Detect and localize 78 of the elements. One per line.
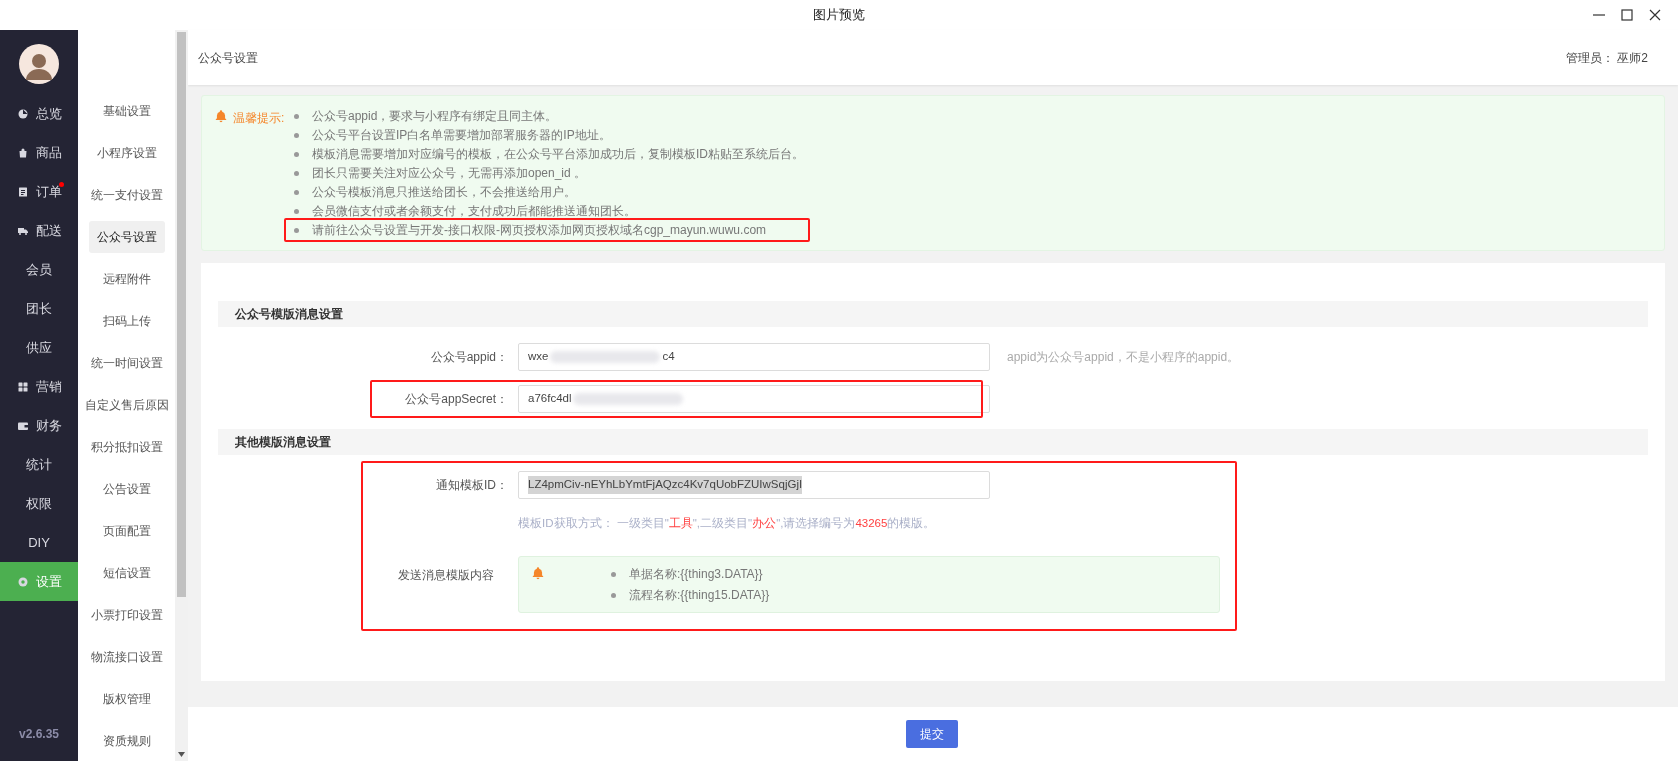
nav-item[interactable]: 会员: [0, 250, 78, 289]
input-text: wxe: [528, 349, 549, 365]
notice-text: 流程名称:{{thing15.DATA}}: [629, 587, 770, 605]
submenu-item[interactable]: 页面配置: [94, 515, 159, 547]
input-field[interactable]: LZ4pmCiv-nEYhLbYmtFjAQzc4Kv7qUobFZUIwSqjGjI: [518, 471, 990, 499]
window-title: 图片预览: [813, 6, 865, 25]
tip-text: 公众号平台设置IP白名单需要增加部署服务器的IP地址。: [312, 127, 611, 143]
submenu-item[interactable]: 基础设置: [94, 95, 159, 127]
bullet: [294, 113, 299, 119]
submenu-item[interactable]: 公告设置: [94, 473, 159, 505]
submenu-item[interactable]: 公众号设置: [88, 221, 165, 253]
tips-label: 温馨提示:: [233, 110, 285, 127]
field-label: 公众号appSecret：: [404, 391, 509, 408]
section-header: 公众号模版消息设置: [218, 301, 1648, 327]
version-label: v2.6.35: [17, 726, 60, 743]
grid-icon: [16, 380, 29, 393]
input-field[interactable]: wxe c4: [518, 343, 990, 371]
bullet: [294, 151, 299, 157]
field-label: 通知模板ID：: [435, 477, 509, 494]
section-header: 其他模版消息设置: [218, 429, 1648, 455]
document-icon: [16, 185, 29, 198]
maximize-icon[interactable]: [1620, 8, 1634, 22]
tip-text: 会员微信支付或者余额支付，支付成功后都能推送通知团长。: [312, 203, 636, 219]
submenu-item[interactable]: 积分抵扣设置: [82, 431, 171, 463]
tip-text: 公众号模板消息只推送给团长，不会推送给用户。: [312, 184, 576, 200]
notice-text: 单据名称:{{thing3.DATA}}: [629, 566, 763, 584]
tip-text: 请前往公众号设置与开发-接口权限-网页授权添加网页授权域名cgp_mayun.wuwu.com: [312, 222, 767, 238]
settings-icon: [16, 575, 29, 588]
input-text: LZ4pmCiv-nEYhLbYmtFjAQzc4Kv7qUobFZUIwSqjGjI: [528, 476, 803, 494]
bell-icon: [531, 566, 545, 581]
nav-item[interactable]: 配送: [0, 211, 78, 250]
input-text: a76fc4dl: [528, 391, 572, 407]
submit-button[interactable]: 提交: [905, 720, 958, 748]
nav-item[interactable]: DIY: [0, 523, 78, 562]
scroll-down-icon[interactable]: [178, 752, 185, 757]
input-field[interactable]: a76fc4dl: [518, 385, 990, 413]
submenu-item[interactable]: 统一支付设置: [82, 179, 171, 211]
tip-text: 模板消息需要增加对应编号的模板，在公众号平台添加成功后，复制模板ID粘贴至系统后台。: [312, 146, 804, 162]
nav-item[interactable]: 权限: [0, 484, 78, 523]
nav-item[interactable]: 统计: [0, 445, 78, 484]
nav-item[interactable]: 财务: [0, 406, 78, 445]
tip-text: 公众号appid，要求与小程序有绑定且同主体。: [312, 108, 558, 124]
close-icon[interactable]: [1648, 8, 1662, 22]
hint-text: 模板ID获取方式： 一级类目"工具",二级类目"办公",请选择编号为43265的模版。: [518, 516, 937, 531]
field-label: 公众号appid：: [429, 349, 509, 366]
nav-item[interactable]: 订单: [0, 172, 78, 211]
input-text: c4: [662, 349, 675, 365]
bell-icon: [214, 109, 228, 123]
avatar: [19, 44, 59, 84]
page-title: 公众号设置: [198, 49, 258, 67]
submenu-item[interactable]: 短信设置: [94, 557, 159, 589]
bullet: [611, 592, 616, 598]
bullet: [294, 208, 299, 214]
submenu-item[interactable]: 物流接口设置: [82, 641, 171, 673]
bullet: [294, 132, 299, 138]
nav-item[interactable]: 团长: [0, 289, 78, 328]
submenu-item[interactable]: 小票打印设置: [82, 599, 171, 631]
nav-item[interactable]: 总览: [0, 94, 78, 133]
pie-chart-icon: [16, 107, 29, 120]
submenu-item[interactable]: 扫码上传: [94, 305, 159, 337]
submenu-item[interactable]: 资质规则: [94, 725, 159, 757]
bullet: [294, 227, 299, 233]
submenu-item[interactable]: 版权管理: [94, 683, 159, 715]
field-label: 发送消息模版内容: [397, 567, 495, 585]
nav-item[interactable]: 商品: [0, 133, 78, 172]
admin-info: 管理员： 巫师2: [1565, 49, 1649, 67]
scrollbar[interactable]: [175, 30, 188, 761]
nav-item[interactable]: 营销: [0, 367, 78, 406]
bullet: [294, 170, 299, 176]
submenu-item[interactable]: 自定义售后原因: [78, 389, 175, 421]
bullet: [294, 189, 299, 195]
help-text: appid为公众号appid，不是小程序的appid。: [1007, 349, 1240, 366]
bullet: [611, 571, 616, 577]
submenu-item[interactable]: 小程序设置: [88, 137, 165, 169]
submenu-item[interactable]: 远程附件: [94, 263, 159, 295]
submenu-item[interactable]: 统一时间设置: [82, 347, 171, 379]
tip-text: 团长只需要关注对应公众号，无需再添加open_id 。: [312, 165, 587, 181]
nav-item[interactable]: 供应: [0, 328, 78, 367]
